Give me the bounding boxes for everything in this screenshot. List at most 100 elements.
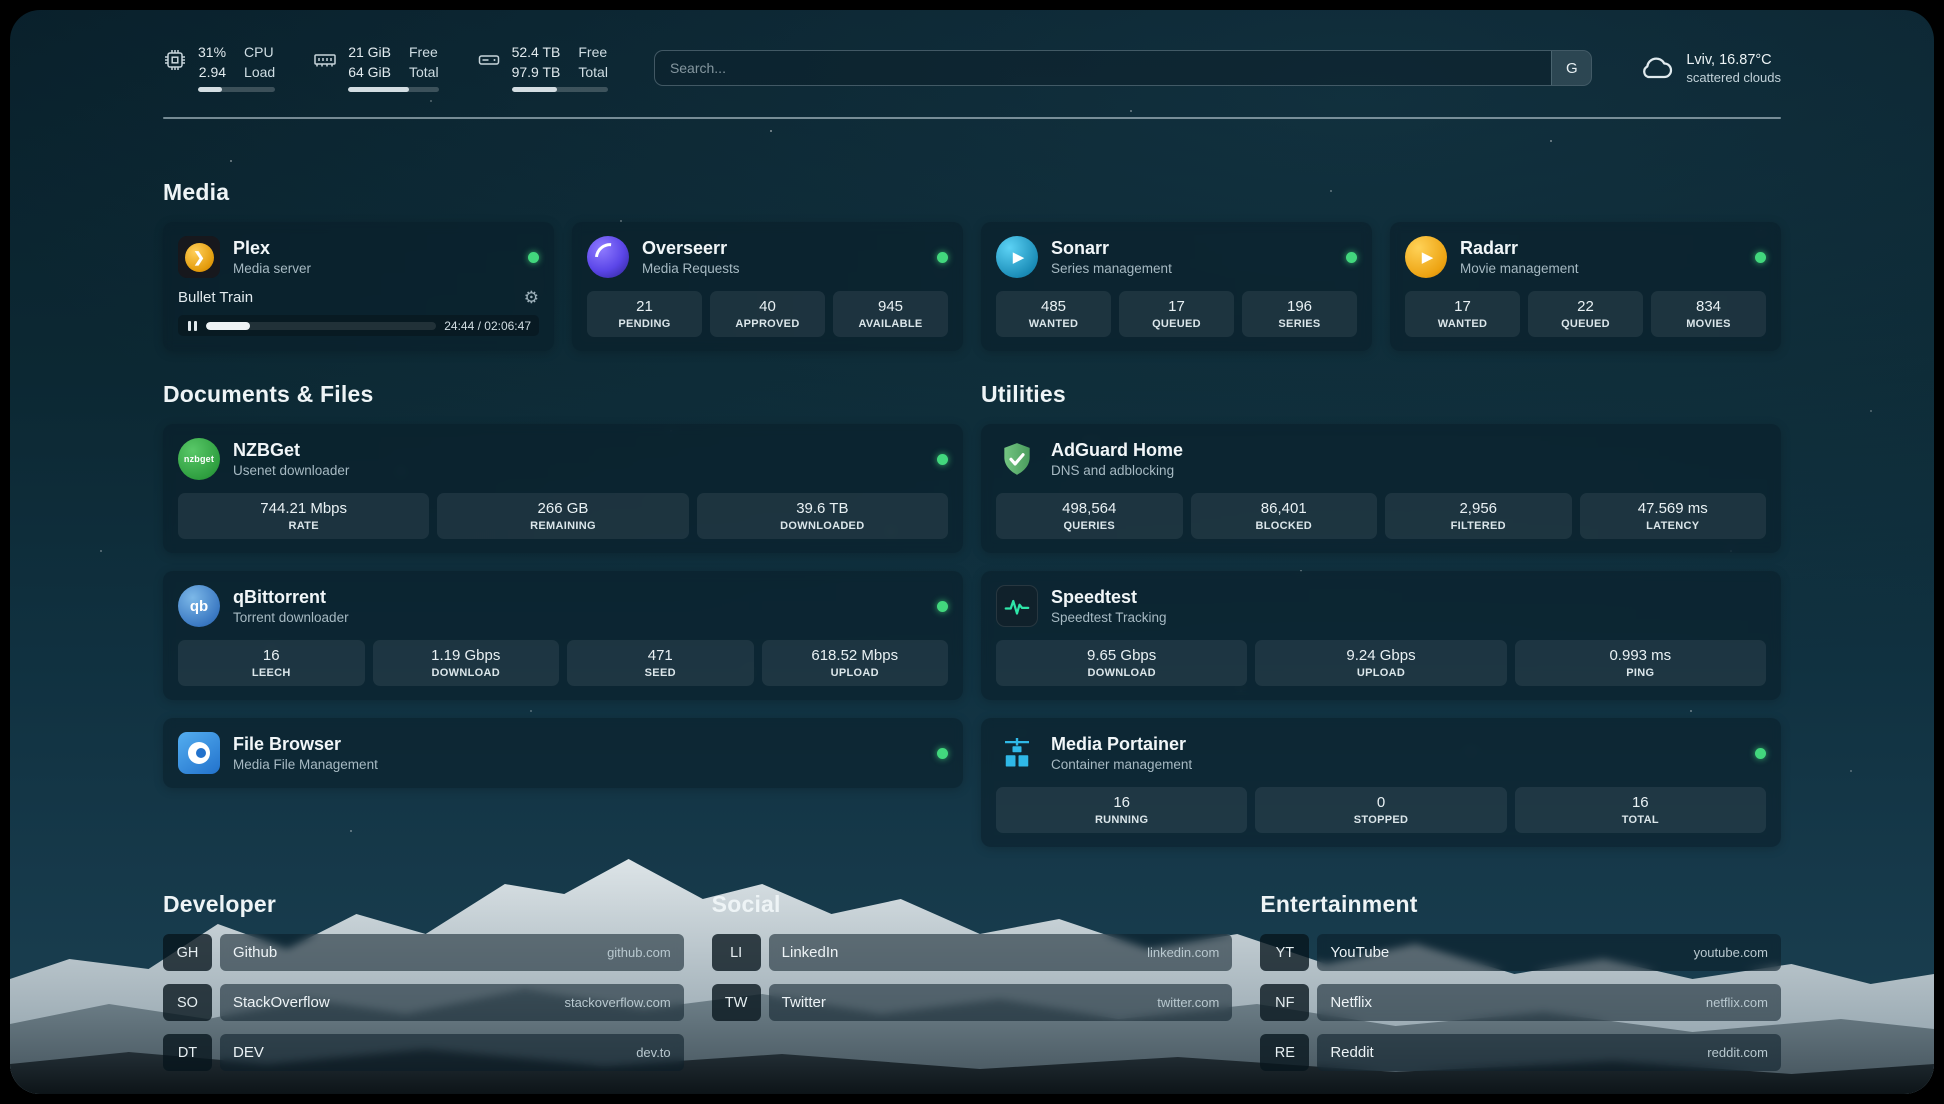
service-card-sonarr[interactable]: ▶ Sonarr Series management 485 WANTED: [981, 222, 1372, 351]
bookmark-github[interactable]: GH Github github.com: [163, 934, 684, 971]
disk-free-label: Free: [578, 44, 608, 62]
bookmark-domain: dev.to: [636, 1045, 670, 1060]
service-name: Overseerr: [642, 238, 740, 259]
service-name: AdGuard Home: [1051, 440, 1183, 461]
stat-wanted: 17 WANTED: [1405, 291, 1520, 337]
service-subtitle: Speedtest Tracking: [1051, 610, 1167, 625]
disk-progress-bar: [512, 87, 608, 92]
service-card-adguard[interactable]: AdGuard Home DNS and adblocking 498,564 …: [981, 424, 1781, 553]
header-divider: [163, 117, 1781, 119]
cpu-widget: 31% CPU 2.94 Load: [163, 44, 275, 92]
bookmark-abbr: YT: [1260, 934, 1309, 971]
service-name: NZBGet: [233, 440, 349, 461]
gear-icon[interactable]: ⚙: [524, 289, 539, 306]
search-provider-button[interactable]: G: [1551, 51, 1591, 85]
bookmark-name: Reddit: [1330, 1044, 1373, 1061]
service-subtitle: Usenet downloader: [233, 463, 349, 478]
qbittorrent-icon: qb: [178, 585, 220, 627]
memory-icon: [313, 48, 337, 72]
service-name: Sonarr: [1051, 238, 1172, 259]
memory-free: 21 GiB: [348, 44, 391, 62]
bookmark-linkedin[interactable]: LI LinkedIn linkedin.com: [712, 934, 1233, 971]
stat-wanted: 485 WANTED: [996, 291, 1111, 337]
bookmark-abbr: RE: [1260, 1034, 1309, 1071]
bookmark-name: StackOverflow: [233, 994, 330, 1011]
disk-free: 52.4 TB: [512, 44, 561, 62]
service-card-overseerr[interactable]: Overseerr Media Requests 21 PENDING 40 A…: [572, 222, 963, 351]
stat-stopped: 0 STOPPED: [1255, 787, 1506, 833]
service-card-portainer[interactable]: Media Portainer Container management 16 …: [981, 718, 1781, 847]
section-title-documents: Documents & Files: [163, 381, 963, 408]
stat-download: 9.65 Gbps DOWNLOAD: [996, 640, 1247, 686]
nzbget-icon: nzbget: [178, 438, 220, 480]
sonarr-icon: ▶: [996, 236, 1038, 278]
service-card-radarr[interactable]: ▶ Radarr Movie management 17 WANTED: [1390, 222, 1781, 351]
service-card-qbittorrent[interactable]: qb qBittorrent Torrent downloader 16 LEE…: [163, 571, 963, 700]
bookmark-name: DEV: [233, 1044, 264, 1061]
cpu-percent: 31%: [198, 44, 226, 62]
section-documents-files: Documents & Files nzbget NZBGet Usenet d…: [163, 381, 963, 788]
service-name: Media Portainer: [1051, 734, 1192, 755]
speedtest-icon: [996, 585, 1038, 627]
stat-movies: 834 MOVIES: [1651, 291, 1766, 337]
cpu-load-label: Load: [244, 64, 275, 82]
stat-ping: 0.993 ms PING: [1515, 640, 1766, 686]
plex-icon: ❯: [178, 236, 220, 278]
portainer-icon: [996, 732, 1038, 774]
top-bar: 31% CPU 2.94 Load: [163, 44, 1781, 92]
plex-playback-bar: 24:44 / 02:06:47: [178, 315, 539, 336]
bookmark-domain: github.com: [607, 945, 671, 960]
stat-queued: 22 QUEUED: [1528, 291, 1643, 337]
search-bar: G: [654, 50, 1592, 86]
bookmark-abbr: TW: [712, 984, 761, 1021]
service-header: Media Portainer Container management: [996, 732, 1766, 774]
status-dot: [528, 252, 539, 263]
service-header: nzbget NZBGet Usenet downloader: [178, 438, 948, 480]
bookmark-name: Twitter: [782, 994, 826, 1011]
bookmark-domain: youtube.com: [1694, 945, 1768, 960]
section-media: Media ❯ Plex Media server Bulle: [163, 179, 1781, 351]
stat-latency: 47.569 ms LATENCY: [1580, 493, 1767, 539]
bookmark-reddit[interactable]: RE Reddit reddit.com: [1260, 1034, 1781, 1071]
service-header: AdGuard Home DNS and adblocking: [996, 438, 1766, 480]
status-dot: [937, 252, 948, 263]
stat-upload: 9.24 Gbps UPLOAD: [1255, 640, 1506, 686]
bookmark-netflix[interactable]: NF Netflix netflix.com: [1260, 984, 1781, 1021]
search-input[interactable]: [655, 60, 1551, 76]
stat-series: 196 SERIES: [1242, 291, 1357, 337]
bookmark-youtube[interactable]: YT YouTube youtube.com: [1260, 934, 1781, 971]
section-title-utilities: Utilities: [981, 381, 1781, 408]
bookmark-group-entertainment: Entertainment YT YouTube youtube.com NF …: [1260, 891, 1781, 1084]
bookmark-name: Github: [233, 944, 277, 961]
adguard-shield-icon: [996, 438, 1038, 480]
service-stats: 498,564 QUERIES 86,401 BLOCKED 2,956 FIL…: [996, 493, 1766, 539]
service-name: Speedtest: [1051, 587, 1167, 608]
service-header: File Browser Media File Management: [178, 732, 948, 774]
service-stats: 744.21 Mbps RATE 266 GB REMAINING 39.6 T…: [178, 493, 948, 539]
service-header: ▶ Sonarr Series management: [996, 236, 1357, 278]
service-subtitle: Torrent downloader: [233, 610, 349, 625]
service-stats: 485 WANTED 17 QUEUED 196 SERIES: [996, 291, 1357, 337]
service-card-nzbget[interactable]: nzbget NZBGet Usenet downloader 744.21 M…: [163, 424, 963, 553]
service-subtitle: Container management: [1051, 757, 1192, 772]
service-card-plex[interactable]: ❯ Plex Media server Bullet Train ⚙: [163, 222, 554, 351]
service-subtitle: Series management: [1051, 261, 1172, 276]
service-header: Overseerr Media Requests: [587, 236, 948, 278]
stat-queries: 498,564 QUERIES: [996, 493, 1183, 539]
bookmark-name: LinkedIn: [782, 944, 839, 961]
bookmark-domain: twitter.com: [1157, 995, 1219, 1010]
bookmark-name: YouTube: [1330, 944, 1389, 961]
bookmark-twitter[interactable]: TW Twitter twitter.com: [712, 984, 1233, 1021]
status-dot: [937, 454, 948, 465]
memory-progress-bar: [348, 87, 438, 92]
stat-downloaded: 39.6 TB DOWNLOADED: [697, 493, 948, 539]
disk-total: 97.9 TB: [512, 64, 561, 82]
service-subtitle: Media File Management: [233, 757, 378, 772]
bookmark-dev[interactable]: DT DEV dev.to: [163, 1034, 684, 1071]
bookmark-stackoverflow[interactable]: SO StackOverflow stackoverflow.com: [163, 984, 684, 1021]
service-card-filebrowser[interactable]: File Browser Media File Management: [163, 718, 963, 788]
stat-leech: 16 LEECH: [178, 640, 365, 686]
service-card-speedtest[interactable]: Speedtest Speedtest Tracking 9.65 Gbps D…: [981, 571, 1781, 700]
stat-available: 945 AVAILABLE: [833, 291, 948, 337]
cpu-icon: [163, 48, 187, 72]
